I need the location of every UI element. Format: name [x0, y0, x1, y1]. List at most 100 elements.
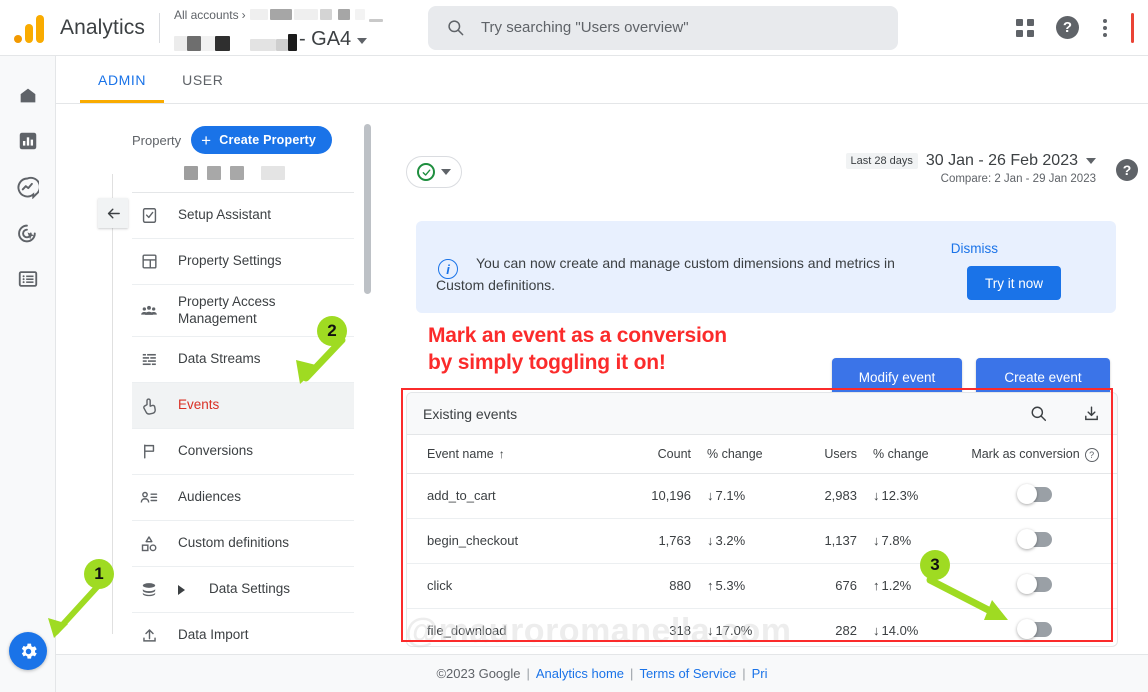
redacted-block [184, 166, 198, 180]
date-range-value: 30 Jan - 26 Feb 2023 [925, 152, 1078, 169]
download-icon[interactable] [1082, 404, 1101, 423]
top-bar-actions: ? [1016, 12, 1148, 43]
help-icon[interactable]: ? [1084, 447, 1099, 462]
col-event-name[interactable]: Event name ↑ [407, 435, 607, 474]
google-analytics-logo-icon [14, 13, 48, 43]
sidebar-item-explore[interactable] [8, 164, 48, 210]
check-circle-icon [417, 163, 435, 181]
help-icon[interactable]: ? [1056, 16, 1079, 39]
col-event-name-label: Event name [427, 447, 494, 462]
tab-user[interactable]: USER [164, 57, 241, 103]
account-breadcrumb: All accounts › [174, 6, 402, 24]
account-property-picker[interactable]: All accounts › - GA4 [173, 6, 402, 51]
analytics-home-link[interactable]: Analytics home [536, 666, 624, 681]
avatar[interactable] [1131, 12, 1134, 43]
cell-users: 1,137 [783, 518, 857, 564]
property-suffix: - GA4 [298, 27, 352, 50]
nav-list: Setup Assistant Property Settings Proper… [132, 193, 354, 654]
redacted-block [319, 9, 332, 20]
chevron-down-icon [1086, 158, 1096, 164]
redacted-block [261, 166, 285, 180]
separator: | [526, 666, 530, 681]
cell-event-name: begin_checkout [407, 518, 607, 564]
layout-icon [138, 252, 160, 271]
annotation-badge-1: 1 [84, 559, 114, 589]
redacted-block [368, 18, 383, 22]
col-count[interactable]: Count [607, 435, 691, 474]
redacted-block [230, 166, 244, 180]
home-icon [20, 88, 35, 103]
dismiss-button[interactable]: Dismiss [951, 241, 998, 256]
sidebar-item-custom-definitions[interactable]: Custom definitions [132, 521, 354, 567]
search-input[interactable]: Try searching "Users overview" [427, 5, 898, 50]
tab-admin-label: ADMIN [98, 72, 147, 88]
admin-user-tabs: ADMIN USER [56, 56, 1148, 104]
redacted-block [207, 166, 221, 180]
cell-count: 1,763 [607, 518, 691, 564]
date-range-row: Last 28 days 30 Jan - 26 Feb 2023 [845, 152, 1096, 170]
property-header: Property + Create Property [84, 104, 388, 154]
redacted-block [200, 35, 215, 51]
divider [158, 12, 160, 43]
sidebar-item-reports[interactable] [8, 118, 48, 164]
annotation-callout-text: Mark an event as a conversion by simply … [428, 322, 727, 376]
cell-count-change: ↓ 3.2% [691, 518, 783, 564]
date-range-preset-chip: Last 28 days [845, 153, 918, 169]
sidebar-item-configure[interactable] [8, 256, 48, 302]
chevron-down-icon[interactable] [357, 37, 368, 44]
property-name-redacted [84, 154, 388, 180]
cell-users-change-value: 14.0% [881, 623, 919, 639]
annotation-arrow-1 [48, 583, 101, 638]
sidebar-item-data-settings[interactable]: Data Settings [132, 567, 354, 613]
annotation-callout-line2: by simply toggling it on! [428, 351, 666, 374]
collapse-panel-button[interactable] [98, 198, 128, 228]
date-range-picker[interactable]: Last 28 days 30 Jan - 26 Feb 2023 Compar… [845, 152, 1096, 185]
chevron-right-icon: › [241, 7, 246, 22]
cell-users: 676 [783, 563, 857, 609]
arrow-down-icon: ↓ [873, 533, 880, 549]
nav-scrollbar[interactable] [364, 124, 371, 294]
account-filter-chip[interactable] [406, 156, 462, 188]
apps-grid-icon[interactable] [1016, 18, 1034, 37]
sidebar-item-home[interactable] [8, 72, 48, 118]
create-property-button[interactable]: + Create Property [191, 126, 333, 154]
card-header-actions [1029, 404, 1101, 423]
card-header: Existing events [407, 393, 1117, 435]
sidebar-item-setup-assistant[interactable]: Setup Assistant [132, 193, 354, 239]
sidebar-item-conversions[interactable]: Conversions [132, 429, 354, 475]
date-range-help-icon[interactable]: ? [1116, 159, 1138, 181]
all-accounts-label: All accounts [173, 7, 239, 22]
tab-admin[interactable]: ADMIN [80, 57, 165, 103]
redacted-block [337, 9, 350, 20]
shapes-icon [138, 534, 160, 554]
col-users-change[interactable]: % change [857, 435, 953, 474]
plus-icon: + [201, 130, 212, 150]
screenshot-root: Analytics All accounts › - GA4 Try searc… [0, 0, 1148, 692]
table-row[interactable]: begin_checkout 1,763 ↓ 3.2% 1,137 ↓ 7.8% [407, 518, 1117, 564]
kebab-menu-icon[interactable] [1101, 17, 1109, 39]
arrow-down-icon: ↓ [707, 623, 714, 639]
terms-of-service-link[interactable]: Terms of Service [639, 666, 736, 681]
mark-as-conversion-toggle[interactable] [1017, 528, 1052, 549]
sidebar-item-property-settings[interactable]: Property Settings [132, 239, 354, 285]
try-it-now-button[interactable]: Try it now [966, 266, 1061, 300]
table-row[interactable]: add_to_cart 10,196 ↓ 7.1% 2,983 ↓ 12.3% [407, 473, 1117, 519]
privacy-link[interactable]: Pri [752, 666, 768, 681]
sidebar-item-audiences[interactable]: Audiences [132, 475, 354, 521]
chevron-right-icon[interactable] [178, 584, 185, 595]
mark-as-conversion-toggle[interactable] [1017, 483, 1052, 504]
cell-count-change-value: 5.3% [715, 578, 746, 594]
sidebar-item-advertising[interactable] [8, 210, 48, 256]
sidebar-item-data-import[interactable]: Data Import [132, 613, 354, 654]
col-count-change[interactable]: % change [691, 435, 783, 474]
search-icon[interactable] [1029, 404, 1048, 423]
col-users[interactable]: Users [783, 435, 857, 474]
cell-mark-as-conversion [953, 473, 1117, 519]
create-event-button[interactable]: Create event [976, 358, 1110, 396]
cell-count: 880 [607, 563, 691, 609]
sidebar-item-label: Custom definitions [178, 535, 290, 551]
redacted-block [186, 35, 201, 51]
col-mark-as-conversion: Mark as conversion? [953, 435, 1117, 474]
modify-event-button[interactable]: Modify event [832, 358, 962, 396]
explore-icon [17, 176, 39, 199]
